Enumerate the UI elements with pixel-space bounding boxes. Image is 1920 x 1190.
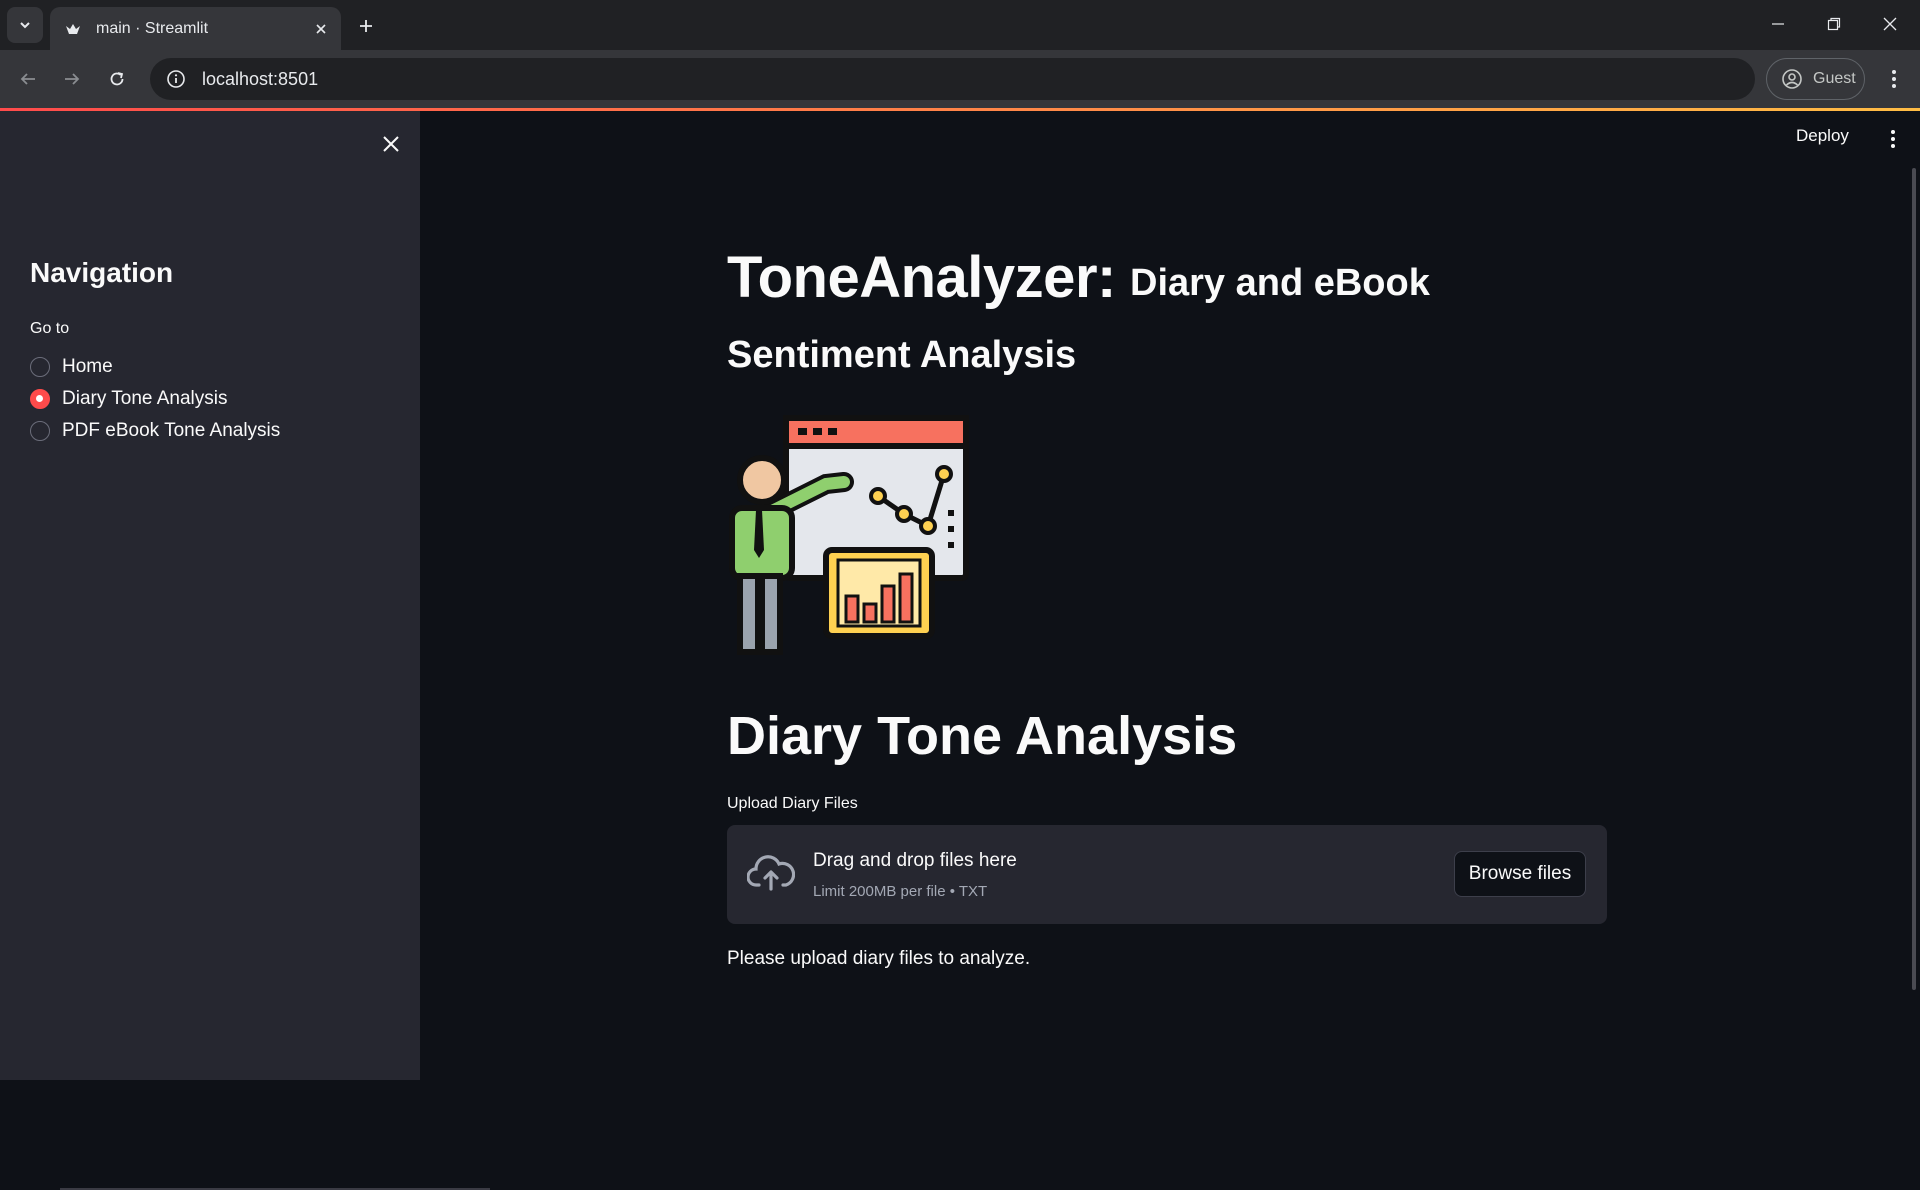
browser-tab-bar: main · Streamlit: [0, 0, 1920, 50]
sidebar-close-icon[interactable]: [376, 129, 406, 159]
navigation-radio-group: Home Diary Tone Analysis PDF eBook Tone …: [30, 351, 280, 447]
sidebar: Navigation Go to Home Diary Tone Analysi…: [0, 111, 490, 1190]
browse-files-button[interactable]: Browse files: [1454, 851, 1586, 897]
tab-title: main · Streamlit: [96, 19, 209, 37]
dropzone-limit-text: Limit 200MB per file • TXT: [813, 883, 988, 900]
radio-option-home[interactable]: Home: [30, 351, 280, 383]
cloud-upload-icon: [747, 855, 795, 891]
sidebar-heading: Navigation: [30, 257, 174, 288]
tab-close-icon[interactable]: [307, 15, 335, 43]
url-text: localhost:8501: [202, 68, 319, 89]
browser-menu-icon[interactable]: [1878, 61, 1910, 97]
radio-circle-icon: [30, 357, 50, 377]
browser-toolbar: localhost:8501 Guest: [0, 50, 1920, 108]
profile-button[interactable]: Guest: [1766, 58, 1865, 100]
minimize-icon[interactable]: [1750, 0, 1806, 48]
account-circle-icon: [1782, 69, 1802, 89]
window-close-icon[interactable]: [1862, 0, 1918, 48]
page-subtitle: Sentiment Analysis: [727, 334, 1077, 376]
restore-icon[interactable]: [1806, 0, 1862, 48]
back-arrow-icon[interactable]: [10, 61, 46, 97]
presentation-chart-illustration-icon: [729, 415, 969, 655]
new-tab-icon[interactable]: [350, 10, 382, 42]
section-title: Diary Tone Analysis: [727, 706, 1238, 766]
page-title-suffix: Diary and eBook: [1130, 262, 1430, 304]
tab-search-button[interactable]: [7, 7, 43, 43]
file-uploader-label: Upload Diary Files: [727, 795, 858, 812]
profile-label: Guest: [1813, 70, 1856, 87]
radio-option-label: PDF eBook Tone Analysis: [62, 420, 281, 441]
radio-circle-icon: [30, 421, 50, 441]
radio-option-label: Home: [62, 356, 113, 377]
radio-group-label: Go to: [30, 320, 70, 337]
radio-checked-icon: [30, 389, 50, 409]
file-dropzone[interactable]: Drag and drop files here Limit 200MB per…: [727, 825, 1607, 924]
site-info-icon[interactable]: [164, 67, 188, 91]
browser-tab[interactable]: main · Streamlit: [50, 7, 341, 50]
reload-icon[interactable]: [99, 61, 135, 97]
page-title: ToneAnalyzer:: [727, 245, 1116, 310]
upload-prompt-message: Please upload diary files to analyze.: [727, 948, 1031, 969]
main-menu-icon[interactable]: [1878, 126, 1908, 152]
main-scrollbar[interactable]: [1912, 168, 1916, 990]
radio-option-label: Diary Tone Analysis: [62, 388, 228, 409]
address-bar[interactable]: localhost:8501: [150, 58, 1755, 100]
chevron-down-icon: [20, 22, 30, 29]
deploy-button[interactable]: Deploy: [1796, 126, 1849, 146]
streamlit-favicon-icon: [64, 20, 82, 38]
forward-arrow-icon[interactable]: [54, 61, 90, 97]
radio-option-diary-tone-analysis[interactable]: Diary Tone Analysis: [30, 383, 280, 415]
dropzone-instructions: Drag and drop files here: [813, 850, 1017, 871]
radio-option-pdf-ebook-tone-analysis[interactable]: PDF eBook Tone Analysis: [30, 415, 280, 447]
